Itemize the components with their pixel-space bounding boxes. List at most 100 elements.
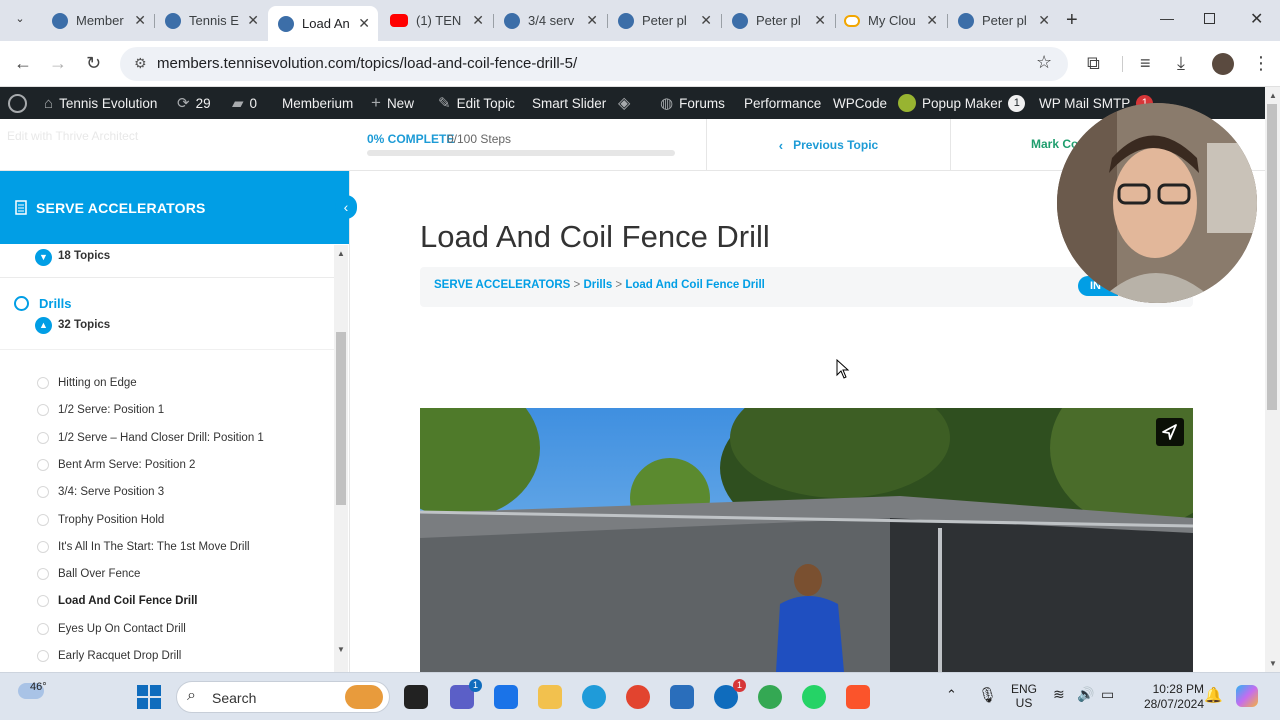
task-view-icon[interactable] [404,685,428,709]
close-window-icon[interactable]: ✕ [1250,9,1263,29]
url-text[interactable]: members.tennisevolution.com/topics/load-… [157,55,577,72]
forward-arrow-icon[interactable]: → [49,53,67,73]
close-icon[interactable]: ✕ [247,12,259,29]
updates-link[interactable]: ⟳ 29 [177,87,211,119]
comments-link[interactable]: ▰ 0 [232,87,257,119]
page-scroll-thumb[interactable] [1267,104,1277,410]
windows-start-icon[interactable] [137,685,161,709]
popup-maker-link[interactable]: Popup Maker 1 [898,87,1026,119]
browser-tab[interactable]: Peter pl ✕ [608,6,720,35]
close-icon[interactable]: ✕ [586,12,598,29]
sidebar-collapse-button[interactable]: ‹ [335,195,357,219]
copilot-icon[interactable] [1236,685,1258,707]
reload-icon[interactable]: ↻ [86,53,101,73]
sidebar-topic-item[interactable]: 1/2 Serve: Position 1 [37,400,164,420]
forums-link[interactable]: ◍ Forums [660,87,725,119]
extensions-icon[interactable]: ⧉ [1087,53,1100,73]
sidebar-topic-item[interactable]: Load And Coil Fence Drill [37,591,198,611]
notification-bell-icon[interactable]: 🔔 [1204,686,1223,704]
site-info-icon[interactable]: ⚙ [134,55,147,72]
mail-icon[interactable] [494,685,518,709]
browser-tab[interactable]: Member ✕ [42,6,154,35]
new-content-link[interactable]: + New [371,87,414,119]
scroll-up-icon[interactable]: ▲ [1269,91,1277,100]
media-control-icon[interactable]: ≡ [1140,53,1151,73]
browser-tab[interactable]: Peter pl ✕ [948,6,1058,35]
language-indicator[interactable]: ENG US [1006,682,1042,710]
performance-link[interactable]: Performance [744,87,821,119]
minimize-icon[interactable]: — [1160,10,1174,26]
download-icon[interactable]: ⤓ [1177,53,1185,73]
sidebar-topic-item[interactable]: 3/4: Serve Position 3 [37,482,164,502]
battery-icon[interactable]: ▭ [1101,686,1114,703]
browser-tab-active[interactable]: Load An ✕ [268,6,378,41]
speaker-icon[interactable]: 🔊 [1077,686,1094,703]
mark-complete-button[interactable]: Mark Co [1031,137,1078,151]
close-icon[interactable]: ✕ [926,12,938,29]
profile-avatar[interactable] [1212,53,1234,75]
back-arrow-icon[interactable]: ← [14,53,32,73]
browser-tab[interactable]: My Clou ✕ [834,6,946,35]
edge-icon[interactable] [582,685,606,709]
site-name-link[interactable]: ⌂ Tennis Evolution [44,87,157,119]
memberium-link[interactable]: Memberium [282,87,353,119]
browser-tab[interactable]: Tennis E ✕ [155,6,267,35]
sidebar-topic-item[interactable]: Trophy Position Hold [37,510,164,530]
app-icon[interactable] [670,685,694,709]
scroll-down-icon[interactable]: ▼ [1269,659,1277,668]
sidebar-topic-item[interactable]: Hitting on Edge [37,373,137,393]
close-icon[interactable]: ✕ [358,15,370,32]
sidebar-scroll-thumb[interactable] [336,332,346,505]
video-player[interactable] [420,408,1193,672]
wpcode-link[interactable]: WPCode [833,87,887,119]
file-explorer-icon[interactable] [538,685,562,709]
wp-logo-icon[interactable] [8,87,27,119]
close-icon[interactable]: ✕ [814,12,826,29]
microphone-icon[interactable]: 🎙 [978,686,997,704]
sidebar-topic-item[interactable]: 1/2 Serve – Hand Closer Drill: Position … [37,428,264,448]
diamond-plugin-icon[interactable]: ◈ [618,87,636,119]
sidebar-topic-item[interactable]: Ball Over Fence [37,564,140,584]
chevron-up-icon[interactable]: ⌃ [946,687,957,703]
sidebar-topic-item[interactable]: Early Racquet Drop Drill [37,646,181,666]
close-icon[interactable]: ✕ [472,12,484,29]
new-tab-plus-icon[interactable]: + [1066,9,1078,32]
bookmark-star-icon[interactable]: ☆ [1036,52,1052,73]
breadcrumb-topic-link[interactable]: Load And Coil Fence Drill [625,279,765,291]
chrome-icon[interactable] [758,685,782,709]
section-topic-count[interactable]: 18 Topics [58,250,110,262]
breadcrumb-course-link[interactable]: SERVE ACCELERATORS [434,279,570,291]
chevron-up-icon[interactable]: ▲ [35,317,52,334]
breadcrumb-lesson-link[interactable]: Drills [583,279,612,291]
weather-temperature[interactable]: 46° [30,681,47,693]
chevron-down-icon[interactable]: ▼ [35,249,52,266]
scroll-down-icon[interactable]: ▼ [337,645,345,654]
sidebar-course-header[interactable]: SERVE ACCELERATORS [0,171,349,244]
browser-tab[interactable]: (1) TEN ✕ [380,6,492,35]
share-icon[interactable] [1156,418,1184,446]
scroll-up-icon[interactable]: ▲ [337,249,345,258]
browser-tab[interactable]: 3/4 serv ✕ [494,6,606,35]
address-bar[interactable]: ⚙ members.tennisevolution.com/topics/loa… [120,47,1068,81]
taskbar-search[interactable]: ⌕ Search [176,681,390,713]
edit-topic-link[interactable]: ✎ Edit Topic [438,87,515,119]
browser-menu-icon[interactable]: ⋮ [1252,53,1270,73]
thrive-architect-link[interactable]: Edit with Thrive Architect [7,129,138,143]
smart-slider-link[interactable]: Smart Slider [532,87,606,119]
sidebar-topic-item[interactable]: It's All In The Start: The 1st Move Dril… [37,537,250,557]
brave-icon[interactable] [846,685,870,709]
close-icon[interactable]: ✕ [700,12,712,29]
tab-search-icon[interactable]: ⌄ [12,11,28,27]
app-icon[interactable] [626,685,650,709]
close-icon[interactable]: ✕ [1038,12,1050,29]
sidebar-topic-item[interactable]: Eyes Up On Contact Drill [37,619,186,639]
whatsapp-icon[interactable] [802,685,826,709]
close-icon[interactable]: ✕ [134,12,146,29]
clock[interactable]: 10:28 PM 28/07/2024 [1130,682,1204,712]
browser-tab[interactable]: Peter pl ✕ [722,6,834,35]
restore-icon[interactable] [1204,13,1215,24]
sidebar-topic-item[interactable]: Bent Arm Serve: Position 2 [37,455,195,475]
previous-topic-button[interactable]: ‹ Previous Topic [706,119,951,171]
wifi-icon[interactable]: ≋ [1053,686,1065,703]
lesson-title-link[interactable]: Drills [39,296,72,311]
